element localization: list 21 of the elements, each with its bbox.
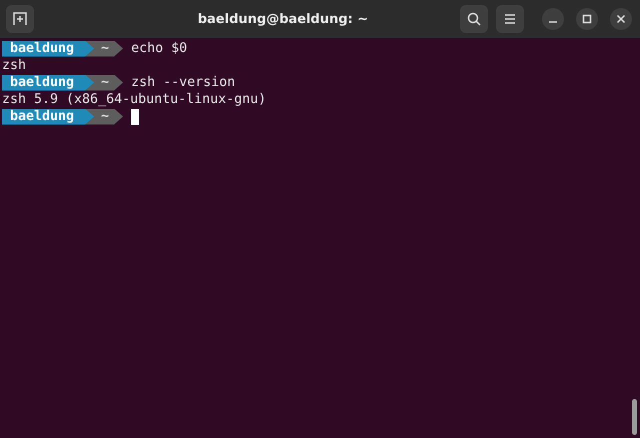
close-icon (616, 14, 626, 24)
window-title: baeldung@baeldung: ~ (196, 12, 370, 26)
command-text: zsh --version (131, 75, 236, 90)
search-icon (467, 12, 481, 26)
command-text: echo $0 (131, 41, 188, 56)
prompt-user: baeldung (2, 74, 94, 90)
output-text: zsh (2, 58, 26, 73)
menu-icon (504, 13, 516, 25)
scrollbar[interactable] (632, 399, 637, 435)
search-button[interactable] (460, 5, 488, 33)
minimize-icon (549, 21, 557, 23)
menu-button[interactable] (496, 5, 524, 33)
close-button[interactable] (610, 8, 632, 30)
maximize-icon (582, 14, 592, 24)
prompt-user: baeldung (2, 40, 94, 56)
minimize-button[interactable] (542, 8, 564, 30)
maximize-button[interactable] (576, 8, 598, 30)
output-text: zsh 5.9 (x86_64-ubuntu-linux-gnu) (2, 92, 266, 107)
prompt-user: baeldung (2, 108, 94, 124)
new-tab-button[interactable] (6, 5, 34, 33)
new-tab-icon (13, 12, 27, 26)
